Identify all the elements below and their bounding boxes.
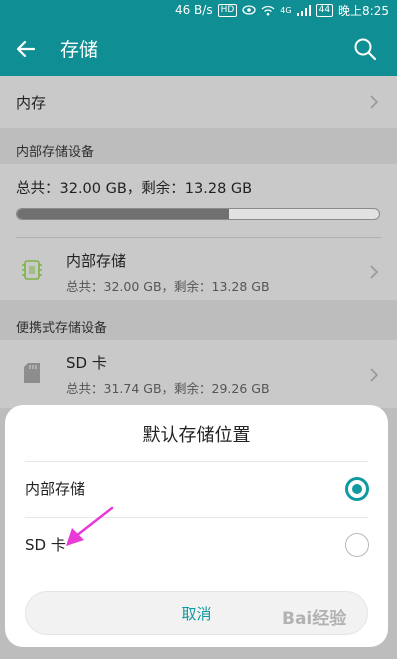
option-label: 内部存储	[25, 480, 86, 498]
memory-row[interactable]: 内存	[0, 76, 397, 128]
internal-usage-bar	[16, 208, 380, 220]
internal-summary: 总共：32.00 GB，剩余：13.28 GB	[16, 181, 253, 197]
chevron-right-icon	[370, 368, 379, 382]
internal-storage-block: 总共：32.00 GB，剩余：13.28 GB 内部存储 总共：32.00 GB…	[0, 164, 397, 300]
internal-storage-title: 内部存储	[66, 252, 127, 270]
arrow-left-icon[interactable]	[14, 37, 38, 61]
network-speed: 46 B/s	[174, 3, 213, 17]
watermark: Bai经验	[282, 609, 347, 629]
wifi-icon	[261, 5, 275, 16]
page-title: 存储	[60, 39, 99, 61]
radio-button[interactable]	[345, 477, 369, 501]
internal-storage-subtitle: 总共：32.00 GB，剩余：13.28 GB	[66, 279, 270, 294]
dialog-title: 默认存储位置	[142, 425, 251, 446]
internal-section-header: 内部存储设备	[16, 145, 95, 160]
sd-card-item[interactable]: SD 卡 总共：31.74 GB，剩余：29.26 GB	[0, 340, 397, 408]
status-bar: 46 B/s HD 4G 44 晚上8:25	[0, 0, 397, 20]
chevron-right-icon	[370, 95, 379, 109]
search-icon[interactable]	[352, 36, 378, 62]
sd-card-title: SD 卡	[66, 354, 107, 372]
portable-section-header: 便携式存储设备	[16, 321, 108, 336]
network-type: 4G	[280, 5, 292, 15]
chevron-right-icon	[370, 265, 379, 279]
annotation-arrow-icon	[66, 506, 114, 546]
clock: 晚上8:25	[338, 3, 389, 18]
radio-button[interactable]	[345, 533, 369, 557]
memory-label: 内存	[16, 94, 47, 112]
hd-badge: HD	[217, 3, 238, 17]
internal-usage-fill	[17, 209, 229, 219]
internal-storage-item[interactable]: 内部存储 总共：32.00 GB，剩余：13.28 GB	[0, 238, 397, 300]
chip-icon	[21, 258, 43, 286]
battery-level: 44	[315, 3, 334, 17]
signal-icon	[296, 4, 311, 16]
sd-card-icon	[23, 362, 41, 388]
eye-icon	[242, 5, 256, 15]
app-bar: 存储	[0, 20, 397, 76]
sd-card-subtitle: 总共：31.74 GB，剩余：29.26 GB	[66, 381, 270, 396]
